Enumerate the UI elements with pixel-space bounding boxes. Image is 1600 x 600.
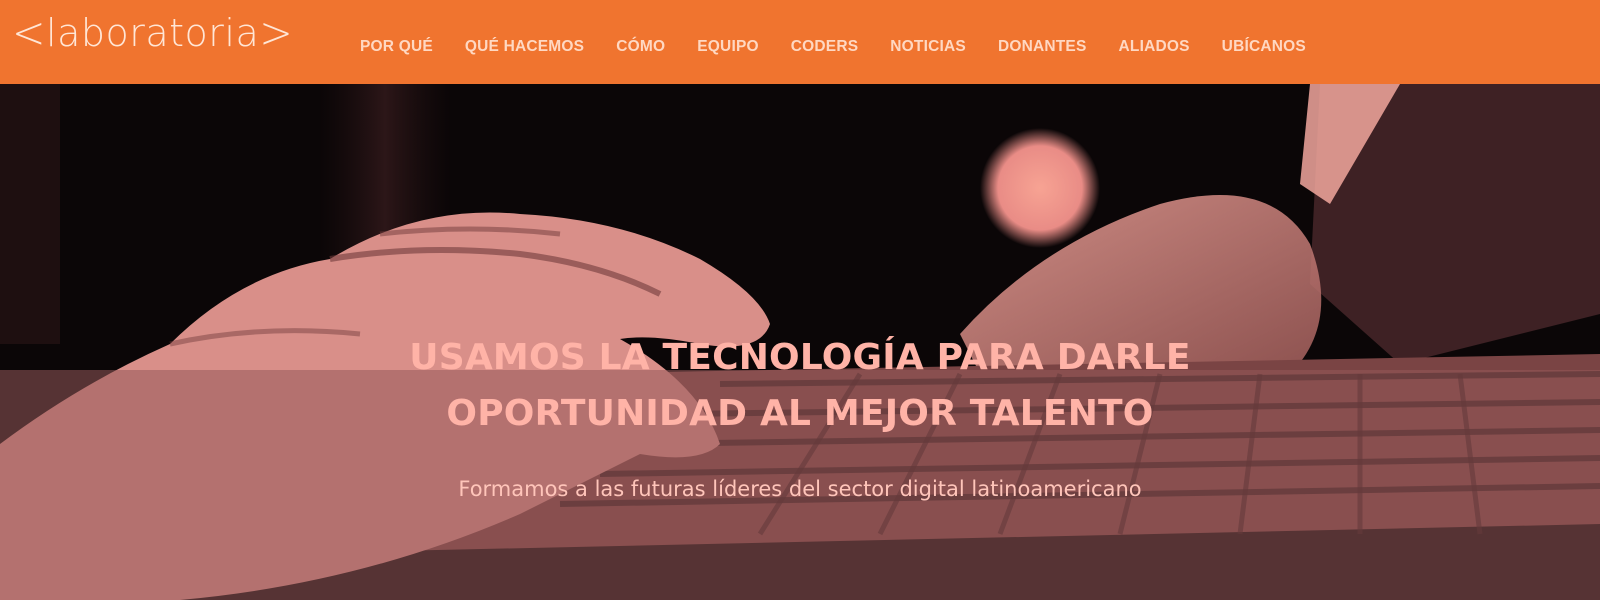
site-header: < laboratoria > POR QUÉ QUÉ HACEMOS CÓMO…	[0, 0, 1600, 84]
hero-subheadline: Formamos a las futuras líderes del secto…	[458, 477, 1142, 501]
nav-item-ubicanos[interactable]: UBÍCANOS	[1222, 38, 1306, 56]
site-logo[interactable]: < laboratoria >	[12, 7, 294, 59]
hero-headline-line-1: USAMOS LA TECNOLOGÍA PARA DARLE	[409, 337, 1191, 379]
nav-item-equipo[interactable]: EQUIPO	[697, 38, 759, 56]
logo-text: laboratoria	[46, 11, 260, 55]
hero-headline-line-2: OPORTUNIDAD AL MEJOR TALENTO	[446, 393, 1154, 435]
hero-headline: USAMOS LA TECNOLOGÍA PARA DARLE OPORTUNI…	[0, 330, 1600, 442]
nav-item-aliados[interactable]: ALIADOS	[1119, 38, 1190, 56]
nav-item-por-que[interactable]: POR QUÉ	[360, 38, 433, 56]
nav-item-noticias[interactable]: NOTICIAS	[890, 38, 966, 56]
logo-close-bracket: >	[259, 7, 294, 59]
page: < laboratoria > POR QUÉ QUÉ HACEMOS CÓMO…	[0, 0, 1600, 600]
nav-item-como[interactable]: CÓMO	[616, 38, 665, 56]
main-navigation: POR QUÉ QUÉ HACEMOS CÓMO EQUIPO CODERS N…	[360, 38, 1338, 56]
nav-item-coders[interactable]: CODERS	[791, 38, 859, 56]
nav-item-que-hacemos[interactable]: QUÉ HACEMOS	[465, 38, 584, 56]
logo-open-bracket: <	[12, 7, 47, 59]
nav-item-donantes[interactable]: DONANTES	[998, 38, 1087, 56]
